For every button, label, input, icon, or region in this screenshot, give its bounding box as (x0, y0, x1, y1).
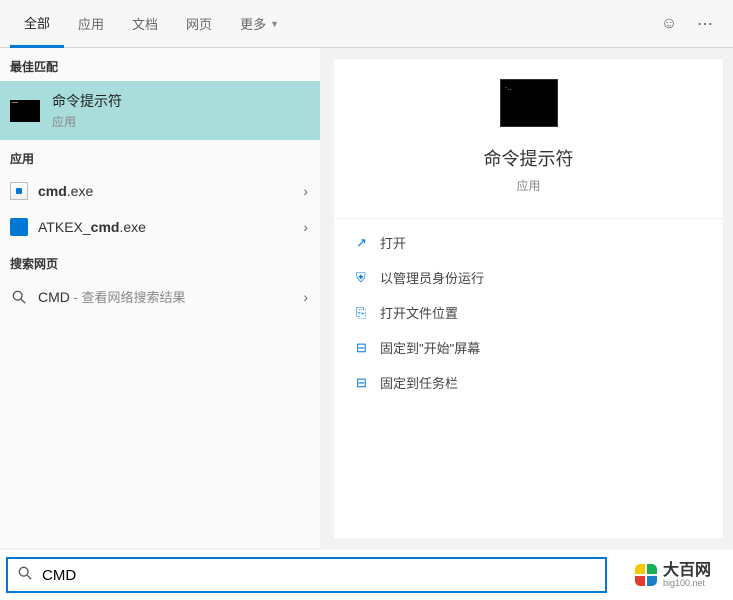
action-icon: ⛨ (356, 270, 380, 286)
action-item[interactable]: ⊟ 固定到"开始"屏幕 (334, 330, 723, 365)
cmd-prompt-large-icon (500, 79, 558, 127)
tab-web[interactable]: 网页 (172, 0, 226, 48)
section-best-match: 最佳匹配 (0, 48, 320, 81)
search-input[interactable] (42, 567, 595, 584)
blue-file-icon (10, 218, 28, 236)
best-match-title: 命令提示符 (52, 91, 122, 111)
action-icon: ↗ (356, 235, 380, 251)
search-icon (10, 288, 28, 306)
action-label: 以管理员身份运行 (380, 268, 484, 287)
action-label: 固定到"开始"屏幕 (380, 338, 480, 357)
tab-docs[interactable]: 文档 (118, 0, 172, 48)
detail-pane: 命令提示符 应用 ↗ 打开⛨ 以管理员身份运行⎘ 打开文件位置⊟ 固定到"开始"… (334, 58, 723, 538)
app-result-item[interactable]: ATKEX_cmd.exe › (0, 209, 320, 245)
best-match-item[interactable]: 命令提示符 应用 (0, 81, 320, 140)
action-item[interactable]: ⎘ 打开文件位置 (334, 295, 723, 330)
watermark-text: 大百网 big100.net (663, 563, 711, 588)
cmd-prompt-icon (10, 100, 40, 122)
web-result-item[interactable]: CMD - 查看网络搜索结果 › (0, 278, 320, 315)
detail-header: 命令提示符 应用 (334, 59, 723, 206)
results-pane: 最佳匹配 命令提示符 应用 应用 cmd.exe › ATKEX_cmd.exe… (0, 48, 320, 548)
chevron-right-icon: › (303, 183, 308, 199)
watermark: 大百网 big100.net (613, 563, 733, 588)
cmd-file-icon (10, 182, 28, 200)
action-item[interactable]: ↗ 打开 (334, 225, 723, 260)
action-icon: ⊟ (356, 340, 380, 356)
action-label: 打开文件位置 (380, 303, 458, 322)
feedback-icon[interactable]: ☺ (651, 15, 687, 33)
action-label: 打开 (380, 233, 406, 252)
tab-more[interactable]: 更多 ▼ (226, 0, 293, 48)
watermark-sub: big100.net (663, 579, 711, 588)
watermark-main: 大百网 (663, 563, 711, 579)
watermark-logo-icon (635, 564, 657, 586)
action-label: 固定到任务栏 (380, 373, 458, 392)
tab-all[interactable]: 全部 (10, 0, 64, 48)
action-item[interactable]: ⛨ 以管理员身份运行 (334, 260, 723, 295)
detail-title: 命令提示符 (334, 145, 723, 171)
search-bar: 大百网 big100.net (0, 550, 733, 600)
section-apps: 应用 (0, 140, 320, 173)
tab-apps[interactable]: 应用 (64, 0, 118, 48)
web-result-label: CMD - 查看网络搜索结果 (38, 287, 310, 306)
ellipsis-icon[interactable]: ⋯ (687, 14, 723, 34)
top-tabs: 全部 应用 文档 网页 更多 ▼ ☺ ⋯ (0, 0, 733, 48)
chevron-down-icon: ▼ (270, 19, 279, 29)
app-result-item[interactable]: cmd.exe › (0, 173, 320, 209)
app-result-label: cmd.exe (38, 183, 310, 199)
detail-subtitle: 应用 (334, 177, 723, 194)
section-web: 搜索网页 (0, 245, 320, 278)
chevron-right-icon: › (303, 289, 308, 305)
content: 最佳匹配 命令提示符 应用 应用 cmd.exe › ATKEX_cmd.exe… (0, 48, 733, 548)
action-icon: ⎘ (356, 305, 380, 321)
best-match-text: 命令提示符 应用 (52, 91, 122, 130)
best-match-subtitle: 应用 (52, 113, 122, 130)
search-icon (18, 566, 32, 585)
action-icon: ⊟ (356, 375, 380, 391)
chevron-right-icon: › (303, 219, 308, 235)
search-field[interactable] (6, 557, 607, 593)
app-result-label: ATKEX_cmd.exe (38, 219, 310, 235)
action-item[interactable]: ⊟ 固定到任务栏 (334, 365, 723, 400)
tab-more-label: 更多 (240, 14, 266, 33)
actions-list: ↗ 打开⛨ 以管理员身份运行⎘ 打开文件位置⊟ 固定到"开始"屏幕⊟ 固定到任务… (334, 218, 723, 406)
